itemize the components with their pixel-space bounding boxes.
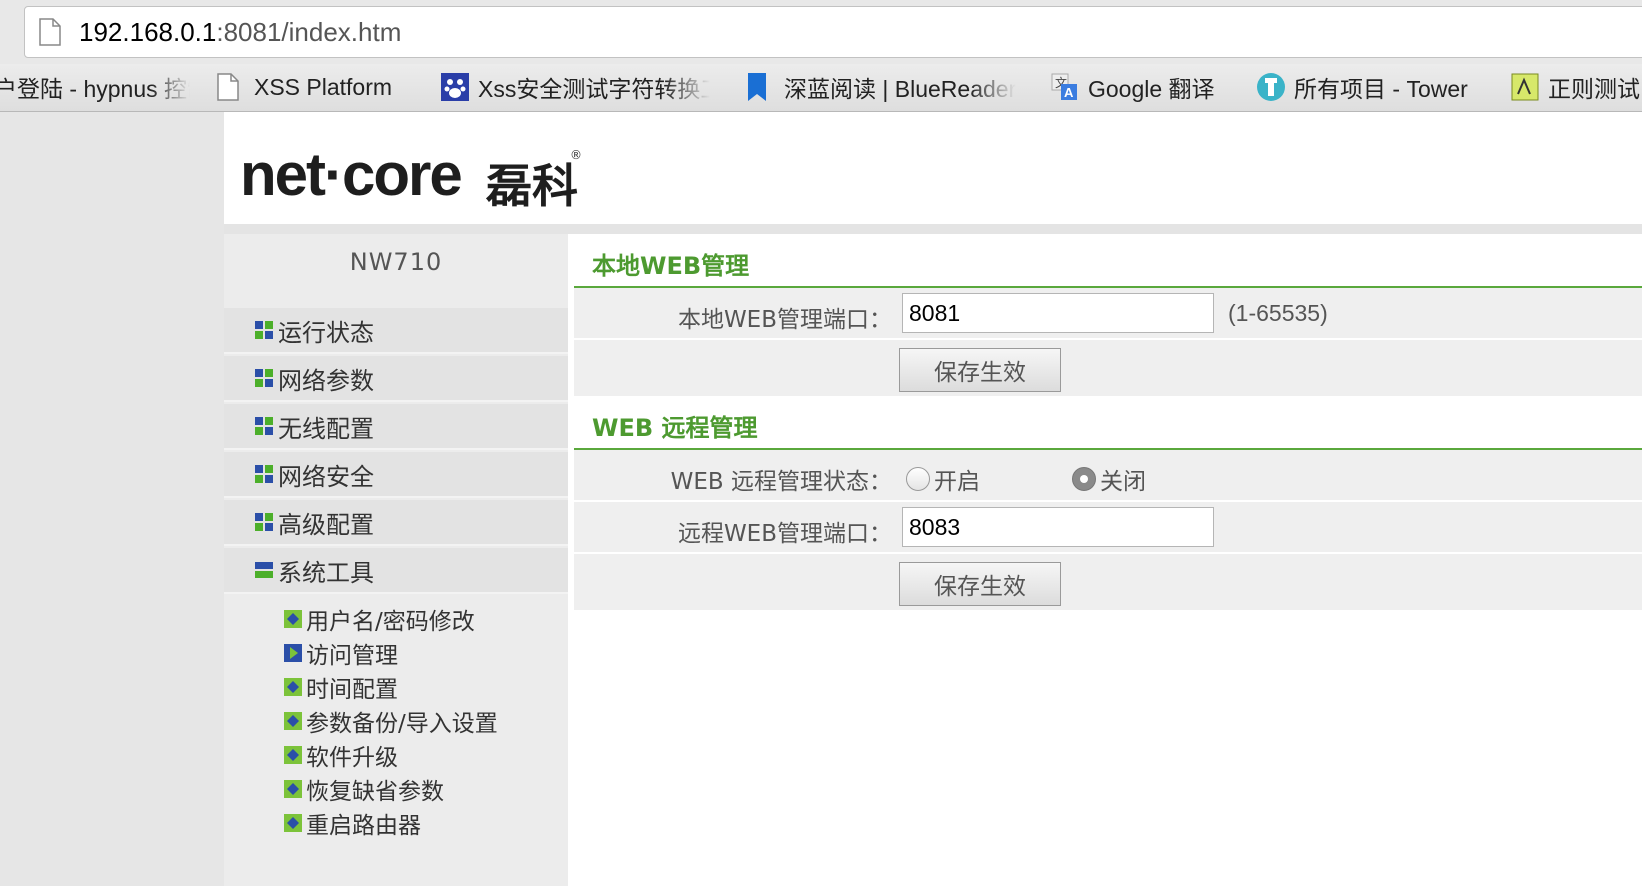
radio-enable-label: 开启 — [934, 469, 980, 495]
bookmark-label: XSS Platform — [254, 73, 393, 100]
menu-grid-icon — [255, 513, 273, 531]
netcore-logo: net·core — [240, 141, 463, 208]
bookmark-google-translate[interactable]: 文A Google 翻译 — [1050, 64, 1215, 110]
menu-label: 网络安全 — [278, 462, 374, 491]
menu-item-run-status[interactable]: 运行状态 — [224, 308, 568, 354]
svg-text:A: A — [1064, 85, 1074, 100]
bookmark-hypnus[interactable]: 户登陆 - hypnus 控制 — [0, 64, 190, 110]
menu-item-network-security[interactable]: 网络安全 — [224, 452, 568, 498]
main-content: 本地WEB管理 本地WEB管理端口： (1-65535) 保存生效 WEB 远程… — [574, 234, 1642, 886]
browser-toolbar: 192.168.0.1:8081/index.htm — [0, 0, 1642, 64]
bookmark-tower[interactable]: 所有项目 - Tower — [1256, 64, 1468, 110]
bookmark-regex-test[interactable]: 正则测试 — [1510, 64, 1640, 110]
radio-disable-label: 关闭 — [1100, 469, 1146, 495]
submenu-label: 用户名/密码修改 — [306, 609, 475, 635]
header-divider — [224, 224, 1642, 234]
remote-port-input[interactable] — [902, 507, 1214, 547]
paw-icon — [440, 72, 469, 102]
remote-status-row: WEB 远程管理状态： 开启 关闭 — [574, 450, 1642, 502]
netcore-logo-cn: 磊科 — [486, 159, 578, 213]
local-save-row: 保存生效 — [574, 340, 1642, 398]
radio-enable-circle[interactable] — [906, 467, 930, 491]
submenu-item-reboot[interactable]: 重启路由器 — [284, 806, 421, 840]
sidebar: NW710 运行状态 网络参数 无线配置 网络安全 高级配置 系统工具 用户名/… — [224, 234, 568, 886]
local-port-label: 本地WEB管理端口： — [677, 307, 892, 333]
section-local-web: 本地WEB管理 — [574, 234, 1642, 288]
page-icon — [39, 18, 61, 50]
menu-item-network-params[interactable]: 网络参数 — [224, 356, 568, 402]
model-name: NW710 — [349, 248, 443, 276]
remote-save-row: 保存生效 — [574, 554, 1642, 612]
diamond-bullet-icon — [284, 678, 302, 696]
menu-label: 网络参数 — [278, 366, 374, 395]
diamond-bullet-icon — [284, 814, 302, 832]
remote-port-row: 远程WEB管理端口： — [574, 502, 1642, 554]
bookmark-label: 所有项目 - Tower — [1294, 76, 1468, 102]
menu-label: 运行状态 — [278, 318, 374, 347]
tower-icon — [1256, 72, 1285, 102]
submenu-item-password[interactable]: 用户名/密码修改 — [284, 602, 475, 636]
submenu-label: 时间配置 — [306, 677, 398, 703]
radio-disable-circle[interactable] — [1072, 467, 1096, 491]
submenu-item-backup[interactable]: 参数备份/导入设置 — [284, 704, 498, 738]
address-bar[interactable]: 192.168.0.1:8081/index.htm — [24, 6, 1642, 58]
menu-item-advanced-config[interactable]: 高级配置 — [224, 500, 568, 546]
radio-disable[interactable]: 关闭 — [1072, 462, 1146, 496]
remote-save-button[interactable]: 保存生效 — [899, 562, 1061, 606]
remote-port-label: 远程WEB管理端口： — [677, 521, 892, 547]
regex-icon — [1510, 72, 1539, 102]
menu-grid-icon — [255, 465, 273, 483]
registered-mark: ® — [570, 148, 582, 162]
bookmark-xss-platform[interactable]: XSS Platform — [216, 64, 392, 110]
submenu-item-firmware-upgrade[interactable]: 软件升级 — [284, 738, 398, 772]
submenu-item-time-config[interactable]: 时间配置 — [284, 670, 398, 704]
bookmark-flag-icon — [746, 72, 772, 102]
menu-label: 高级配置 — [278, 510, 374, 539]
section-title: 本地WEB管理 — [592, 252, 750, 280]
bookmark-label: Xss安全测试字符转换工具 — [478, 76, 710, 102]
diamond-bullet-icon — [284, 610, 302, 628]
menu-expanded-icon — [255, 562, 273, 578]
bookmarks-bar: 户登陆 - hypnus 控制 XSS Platform Xss安全测试字符转换… — [0, 64, 1642, 112]
arrow-bullet-icon — [284, 644, 302, 662]
menu-grid-icon — [255, 417, 273, 435]
port-range-hint: (1-65535) — [1228, 300, 1328, 326]
submenu-label: 访问管理 — [306, 643, 398, 669]
submenu-label: 重启路由器 — [306, 813, 421, 839]
local-port-input[interactable] — [902, 293, 1214, 333]
diamond-bullet-icon — [284, 746, 302, 764]
section-remote-web: WEB 远程管理 — [574, 396, 1642, 450]
diamond-bullet-icon — [284, 780, 302, 798]
remote-status-label: WEB 远程管理状态： — [670, 469, 892, 495]
bookmark-label: 深蓝阅读 | BlueReader — [784, 76, 1017, 102]
menu-label: 无线配置 — [278, 414, 374, 443]
submenu-item-access-management[interactable]: 访问管理 — [284, 636, 398, 670]
menu-grid-icon — [255, 369, 273, 387]
submenu-label: 参数备份/导入设置 — [306, 711, 498, 737]
bookmark-label: 户登陆 - hypnus 控制 — [0, 76, 190, 102]
local-port-row: 本地WEB管理端口： (1-65535) — [574, 288, 1642, 340]
bookmark-label: Google 翻译 — [1088, 76, 1215, 102]
menu-item-system-tools[interactable]: 系统工具 — [224, 548, 568, 594]
router-admin-page: net·core 磊科 ® NW710 运行状态 网络参数 无线配置 网络安全 … — [224, 112, 1642, 886]
submenu-label: 恢复缺省参数 — [306, 779, 444, 805]
local-save-button[interactable]: 保存生效 — [899, 348, 1061, 392]
bookmark-xss-tool[interactable]: Xss安全测试字符转换工具 — [440, 64, 710, 110]
logo-header: net·core 磊科 ® — [224, 112, 1642, 224]
translate-icon: 文A — [1050, 72, 1077, 102]
page-icon — [216, 72, 242, 102]
url-host: 192.168.0.1 — [79, 17, 217, 47]
section-title: WEB 远程管理 — [592, 414, 758, 442]
submenu-label: 软件升级 — [306, 745, 398, 771]
menu-grid-icon — [255, 321, 273, 339]
submenu-item-restore-defaults[interactable]: 恢复缺省参数 — [284, 772, 444, 806]
menu-label: 系统工具 — [278, 558, 374, 587]
url-path: :8081/index.htm — [216, 17, 402, 47]
menu-item-wireless-config[interactable]: 无线配置 — [224, 404, 568, 450]
bookmark-bluereader[interactable]: 深蓝阅读 | BlueReader — [746, 64, 1016, 110]
url-text[interactable]: 192.168.0.1:8081/index.htm — [79, 17, 401, 48]
diamond-bullet-icon — [284, 712, 302, 730]
bookmark-label: 正则测试 — [1548, 76, 1640, 102]
radio-enable[interactable]: 开启 — [906, 462, 980, 496]
